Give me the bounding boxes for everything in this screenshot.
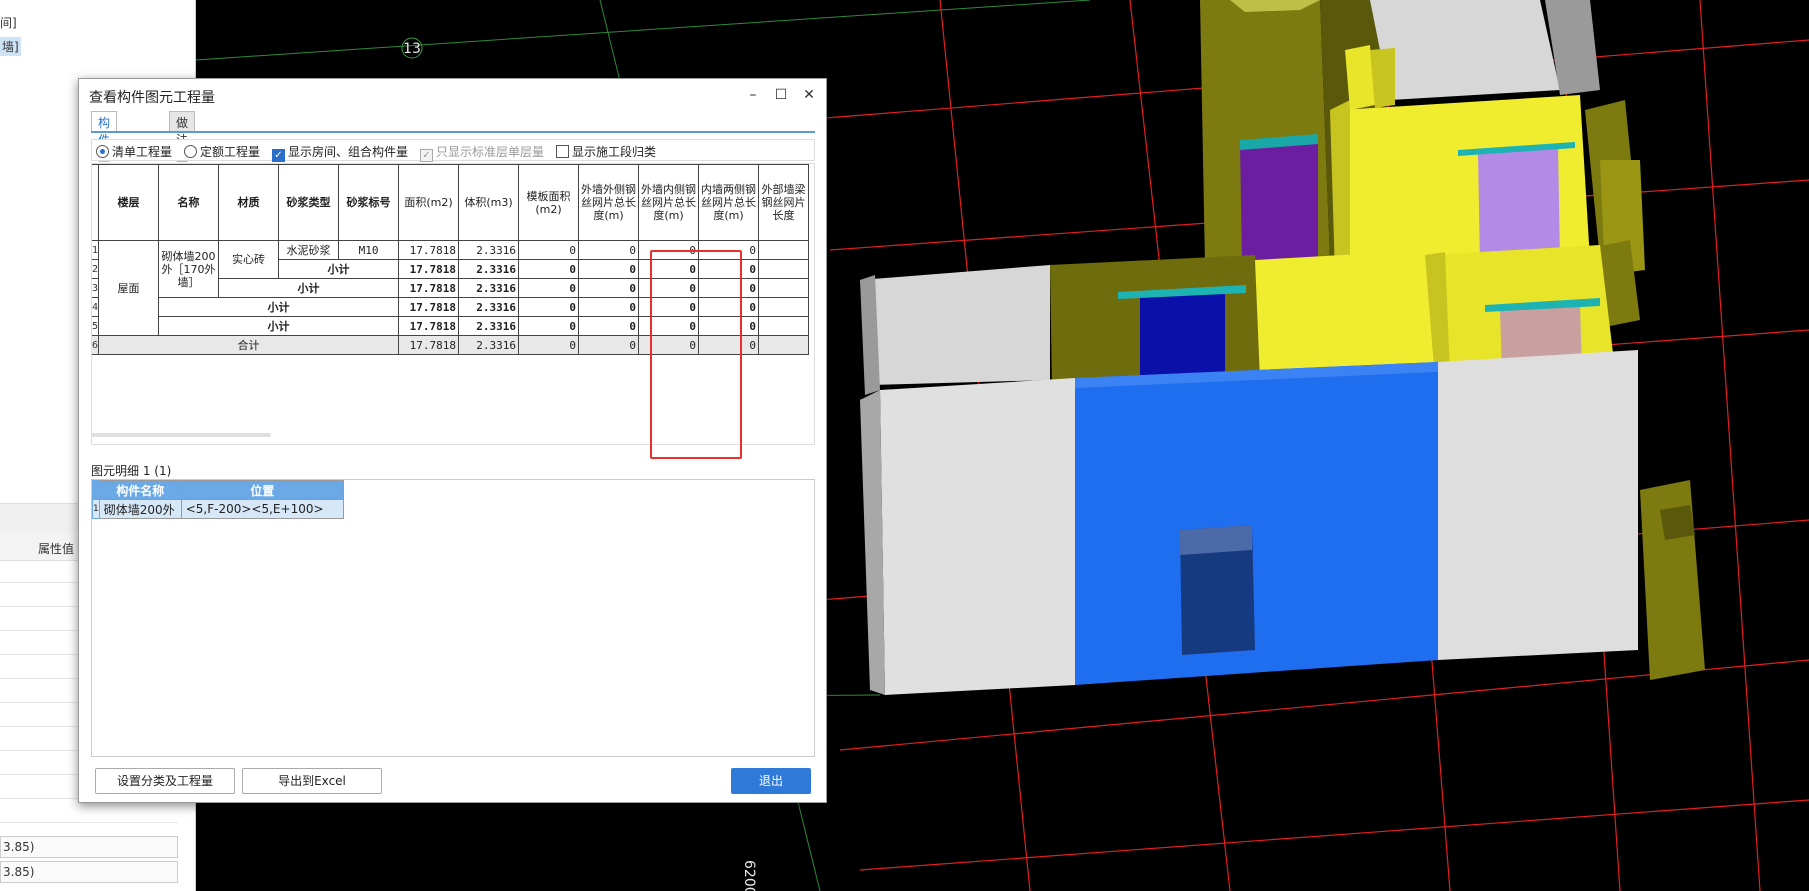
cell-volume: 2.3316	[458, 316, 520, 336]
cell-subtotal: 小计	[158, 316, 400, 336]
cell-volume: 2.3316	[458, 297, 520, 317]
cell-mesh	[758, 316, 810, 336]
exit-button[interactable]: 退出	[731, 768, 811, 794]
property-value-cell[interactable]: 3.85)	[0, 861, 178, 883]
option-bill-quantity[interactable]: 清单工程量	[96, 143, 172, 160]
close-icon[interactable]: ✕	[798, 85, 820, 105]
cell-formwork: 0	[518, 240, 580, 260]
detail-header-row: 构件名称 位置	[92, 480, 344, 500]
option-show-room[interactable]: ✓ 显示房间、组合构件量	[272, 143, 408, 162]
cell-mesh	[758, 259, 810, 279]
detail-table-container[interactable]: 构件名称 位置 1 砌体墙200外 <5,F-200><5,E+100>	[91, 479, 815, 757]
cell-formwork: 0	[518, 335, 580, 355]
col-component-name[interactable]: 构件名称	[98, 480, 182, 500]
tab-method-quantity[interactable]: 做法工程量	[169, 111, 196, 198]
property-value-header: 属性值	[38, 542, 75, 556]
col-mortar-grade[interactable]: 砂浆标号	[338, 164, 400, 241]
detail-table: 构件名称 位置 1 砌体墙200外 <5,F-200><5,E+100>	[92, 480, 344, 519]
cell-position: <5,F-200><5,E+100>	[180, 499, 344, 519]
cell-formwork: 0	[518, 259, 580, 279]
col-inner-both-mesh[interactable]: 内墙两侧钢丝网片总长度(m)	[698, 164, 760, 241]
detail-row[interactable]: 1 砌体墙200外 <5,F-200><5,E+100>	[92, 499, 344, 519]
highlight-annotation-box	[650, 250, 742, 459]
export-excel-button[interactable]: 导出到Excel	[242, 768, 382, 794]
tab-component-quantity[interactable]: 构件工程量	[91, 111, 118, 198]
cell-name: 砌体墙200外［170外墙］	[158, 240, 220, 298]
tree-item-partial[interactable]: 间]	[0, 14, 17, 31]
col-outer-inside-mesh[interactable]: 外墙内侧钢丝网片总长度(m)	[638, 164, 700, 241]
cell-mortar-grade: M10	[338, 240, 400, 260]
tab-underline	[91, 131, 815, 133]
col-floor[interactable]: 楼层	[98, 164, 160, 241]
cell-floor: 屋面	[98, 240, 160, 336]
col-area[interactable]: 面积(m2)	[398, 164, 460, 241]
horizontal-scrollbar[interactable]	[91, 433, 271, 437]
cell-volume: 2.3316	[458, 335, 520, 355]
cell-volume: 2.3316	[458, 240, 520, 260]
cell-mesh	[758, 335, 810, 355]
col-name[interactable]: 名称	[158, 164, 220, 241]
col-material[interactable]: 材质	[218, 164, 280, 241]
cell-volume: 2.3316	[458, 278, 520, 298]
cell-area: 17.7818	[398, 316, 460, 336]
cell-mortar-type: 水泥砂浆	[278, 240, 340, 260]
cell-area: 17.7818	[398, 259, 460, 279]
cell-area: 17.7818	[398, 335, 460, 355]
quantity-dialog: 查看构件图元工程量 – ☐ ✕ 构件工程量 做法工程量 清单工程量 定额工程量 …	[78, 78, 827, 803]
col-mortar-type[interactable]: 砂浆类型	[278, 164, 340, 241]
col-formwork-area[interactable]: 模板面积(m2)	[518, 164, 580, 241]
cell-mesh: 0	[578, 278, 640, 298]
cell-formwork: 0	[518, 297, 580, 317]
option-standard-floor: ✓ 只显示标准层单层量	[420, 143, 544, 162]
options-bar: 清单工程量 定额工程量 ✓ 显示房间、组合构件量 ✓ 只显示标准层单层量 显示施工段…	[91, 139, 815, 162]
checkbox-checked-icon: ✓	[272, 149, 285, 162]
cell-mesh: 0	[578, 335, 640, 355]
cell-total: 合计	[98, 335, 400, 355]
radio-on-icon	[96, 145, 109, 158]
settings-button[interactable]: 设置分类及工程量	[95, 768, 235, 794]
cell-mesh	[758, 240, 810, 260]
cell-formwork: 0	[518, 278, 580, 298]
cell-mesh	[758, 297, 810, 317]
cell-mesh	[758, 278, 810, 298]
cell-area: 17.7818	[398, 278, 460, 298]
col-volume[interactable]: 体积(m3)	[458, 164, 520, 241]
axis-label-6200: 6200	[741, 860, 757, 891]
property-value-cell[interactable]: 3.85)	[0, 836, 178, 858]
tree-item-selected[interactable]: 墙]	[0, 37, 21, 56]
radio-off-icon	[184, 145, 197, 158]
cell-area: 17.7818	[398, 240, 460, 260]
detail-title: 图元明细 1 (1)	[91, 464, 172, 478]
maximize-icon[interactable]: ☐	[770, 85, 792, 105]
col-external-beam-mesh[interactable]: 外部墙梁钢丝网片长度	[758, 164, 810, 241]
cell-area: 17.7818	[398, 297, 460, 317]
col-outer-outside-mesh[interactable]: 外墙外侧钢丝网片总长度(m)	[578, 164, 640, 241]
cell-mesh: 0	[578, 240, 640, 260]
cell-formwork: 0	[518, 316, 580, 336]
dialog-title: 查看构件图元工程量	[89, 90, 215, 106]
cell-mesh: 0	[578, 259, 640, 279]
axis-label-13: 13	[403, 41, 421, 57]
cell-subtotal: 小计	[218, 278, 400, 298]
cell-subtotal: 小计	[278, 259, 400, 279]
cell-mesh: 0	[578, 316, 640, 336]
option-show-segment[interactable]: 显示施工段归类	[556, 143, 656, 160]
cell-component-name: 砌体墙200外	[98, 499, 182, 519]
cell-subtotal: 小计	[158, 297, 400, 317]
option-quota-quantity[interactable]: 定额工程量	[184, 143, 260, 160]
property-row[interactable]	[0, 801, 178, 823]
col-position[interactable]: 位置	[180, 480, 344, 500]
table-header-row: 楼层 名称 材质 砂浆类型 砂浆标号 面积(m2) 体积(m3) 模板面积(m2…	[92, 164, 810, 241]
checkbox-disabled-icon: ✓	[420, 149, 433, 162]
cell-volume: 2.3316	[458, 259, 520, 279]
minimize-icon[interactable]: –	[742, 85, 764, 105]
cell-mesh: 0	[578, 297, 640, 317]
checkbox-unchecked-icon	[556, 145, 569, 158]
cell-material: 实心砖	[218, 240, 280, 279]
